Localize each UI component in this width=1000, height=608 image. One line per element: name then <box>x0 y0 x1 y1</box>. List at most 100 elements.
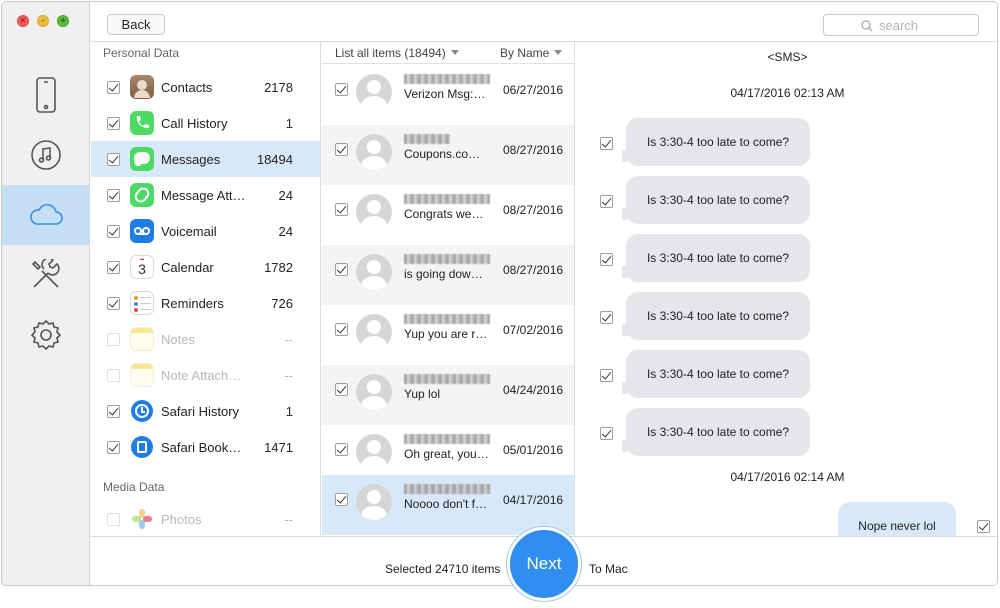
message-bubble-row: Is 3:30-4 too late to come? <box>576 292 997 342</box>
checkbox[interactable] <box>600 195 613 208</box>
category-count: -- <box>284 368 293 383</box>
message-bubble-row: Is 3:30-4 too late to come? <box>576 234 997 284</box>
checkbox[interactable] <box>335 323 348 336</box>
blurred-sender <box>404 374 490 384</box>
checkbox <box>107 333 120 346</box>
message-bubble-row: Is 3:30-4 too late to come? <box>576 350 997 400</box>
search-input[interactable]: search <box>823 14 979 36</box>
rail-item-music[interactable] <box>2 125 90 185</box>
category-label: Note Attach… <box>161 368 242 383</box>
conversation-pane: <SMS> 04/17/2016 02:13 AM Is 3:30-4 too … <box>576 42 997 536</box>
safari-bookmark-icon <box>131 436 153 458</box>
message-snippet: is going dow… <box>404 267 483 281</box>
avatar <box>356 484 392 520</box>
checkbox[interactable] <box>107 117 120 130</box>
category-safari-bookmarks[interactable]: Safari Book… 1471 <box>91 429 320 465</box>
sort-dropdown[interactable]: By Name <box>500 46 563 60</box>
blurred-sender <box>404 484 490 494</box>
category-voicemail[interactable]: Voicemail 24 <box>91 213 320 249</box>
checkbox[interactable] <box>600 427 613 440</box>
category-message-attachments[interactable]: Message Att… 24 <box>91 177 320 213</box>
blurred-sender <box>404 74 490 84</box>
checkbox[interactable] <box>107 261 120 274</box>
list-item[interactable]: Congrats we… 08/27/2016 <box>322 185 574 245</box>
checkbox[interactable] <box>600 311 613 324</box>
photos-icon <box>130 507 154 531</box>
category-count: -- <box>284 332 293 347</box>
list-item[interactable]: is going dow… 08/27/2016 <box>322 245 574 305</box>
message-snippet: Yup you are r… <box>404 327 488 341</box>
checkbox[interactable] <box>335 493 348 506</box>
category-reminders[interactable]: Reminders 726 <box>91 285 320 321</box>
maximize-window-button[interactable]: + <box>57 15 69 27</box>
blurred-sender <box>404 134 450 144</box>
message-bubble-row: Is 3:30-4 too late to come? <box>576 408 997 458</box>
list-filter-dropdown[interactable]: List all items (18494) <box>335 46 459 60</box>
checkbox[interactable] <box>335 263 348 276</box>
message-snippet: Oh great, you… <box>404 447 489 461</box>
category-label: Photos <box>161 512 202 527</box>
media-data-heading: Media Data <box>103 480 165 494</box>
checkbox[interactable] <box>335 383 348 396</box>
attachment-icon <box>130 183 154 207</box>
category-note-attachments: Note Attach… -- <box>91 357 320 393</box>
category-count: 1 <box>285 404 293 419</box>
list-header: List all items (18494) By Name <box>322 42 574 64</box>
category-safari-history[interactable]: Safari History 1 <box>91 393 320 429</box>
checkbox[interactable] <box>107 297 120 310</box>
cloud-icon <box>30 204 63 225</box>
checkbox[interactable] <box>600 253 613 266</box>
checkbox[interactable] <box>977 520 990 533</box>
app-window: × – + Back search Personal Data Contacts… <box>1 1 998 586</box>
checkbox[interactable] <box>335 83 348 96</box>
checkbox[interactable] <box>107 153 120 166</box>
checkbox[interactable] <box>107 189 120 202</box>
category-count: -- <box>284 512 293 527</box>
checkbox[interactable] <box>107 441 120 454</box>
category-count: 1782 <box>264 260 293 275</box>
rail-item-icloud[interactable] <box>2 185 90 245</box>
checkbox[interactable] <box>335 143 348 156</box>
list-filter-label: List all items (18494) <box>335 46 446 60</box>
list-item[interactable]: Verizon Msg:… 06/27/2016 <box>322 65 574 125</box>
checkbox[interactable] <box>600 369 613 382</box>
category-notes: Notes -- <box>91 321 320 357</box>
rail-item-settings[interactable] <box>2 305 90 365</box>
checkbox[interactable] <box>107 225 120 238</box>
gear-icon <box>30 319 62 351</box>
list-item[interactable]: Coupons.co… 08/27/2016 <box>322 125 574 185</box>
message-bubble-row: Is 3:30-4 too late to come? <box>576 118 997 168</box>
music-icon <box>31 140 61 170</box>
category-photos: Photos -- <box>91 501 320 536</box>
notes-icon <box>130 327 154 351</box>
checkbox[interactable] <box>335 443 348 456</box>
category-contacts[interactable]: Contacts 2178 <box>91 69 320 105</box>
close-window-button[interactable]: × <box>17 15 29 27</box>
category-count: 18494 <box>256 152 293 167</box>
checkbox[interactable] <box>335 203 348 216</box>
category-list: Personal Data Contacts 2178 Call History… <box>91 42 321 536</box>
avatar <box>356 434 392 470</box>
list-item[interactable]: Yup you are r… 07/02/2016 <box>322 305 574 365</box>
top-bar: Back search <box>91 2 997 42</box>
checkbox[interactable] <box>107 81 120 94</box>
safari-history-icon <box>131 400 153 422</box>
tools-icon <box>31 259 60 288</box>
rail-item-tools[interactable] <box>2 245 90 305</box>
list-item-selected[interactable]: Noooo don't f… 04/17/2016 <box>322 475 574 535</box>
category-calendar[interactable]: ▬ 3 Calendar 1782 <box>91 249 320 285</box>
list-item[interactable]: Yup lol 04/24/2016 <box>322 365 574 425</box>
next-button[interactable]: Next <box>507 527 581 601</box>
avatar <box>356 74 392 110</box>
rail-item-device[interactable] <box>2 65 90 125</box>
checkbox[interactable] <box>600 137 613 150</box>
category-call-history[interactable]: Call History 1 <box>91 105 320 141</box>
category-messages[interactable]: Messages 18494 <box>91 141 320 177</box>
message-date: 06/27/2016 <box>503 83 564 97</box>
back-button[interactable]: Back <box>107 14 165 35</box>
minimize-window-button[interactable]: – <box>37 15 49 27</box>
category-label: Message Att… <box>161 188 246 203</box>
message-date: 04/24/2016 <box>503 383 564 397</box>
checkbox[interactable] <box>107 405 120 418</box>
category-label: Voicemail <box>161 224 217 239</box>
